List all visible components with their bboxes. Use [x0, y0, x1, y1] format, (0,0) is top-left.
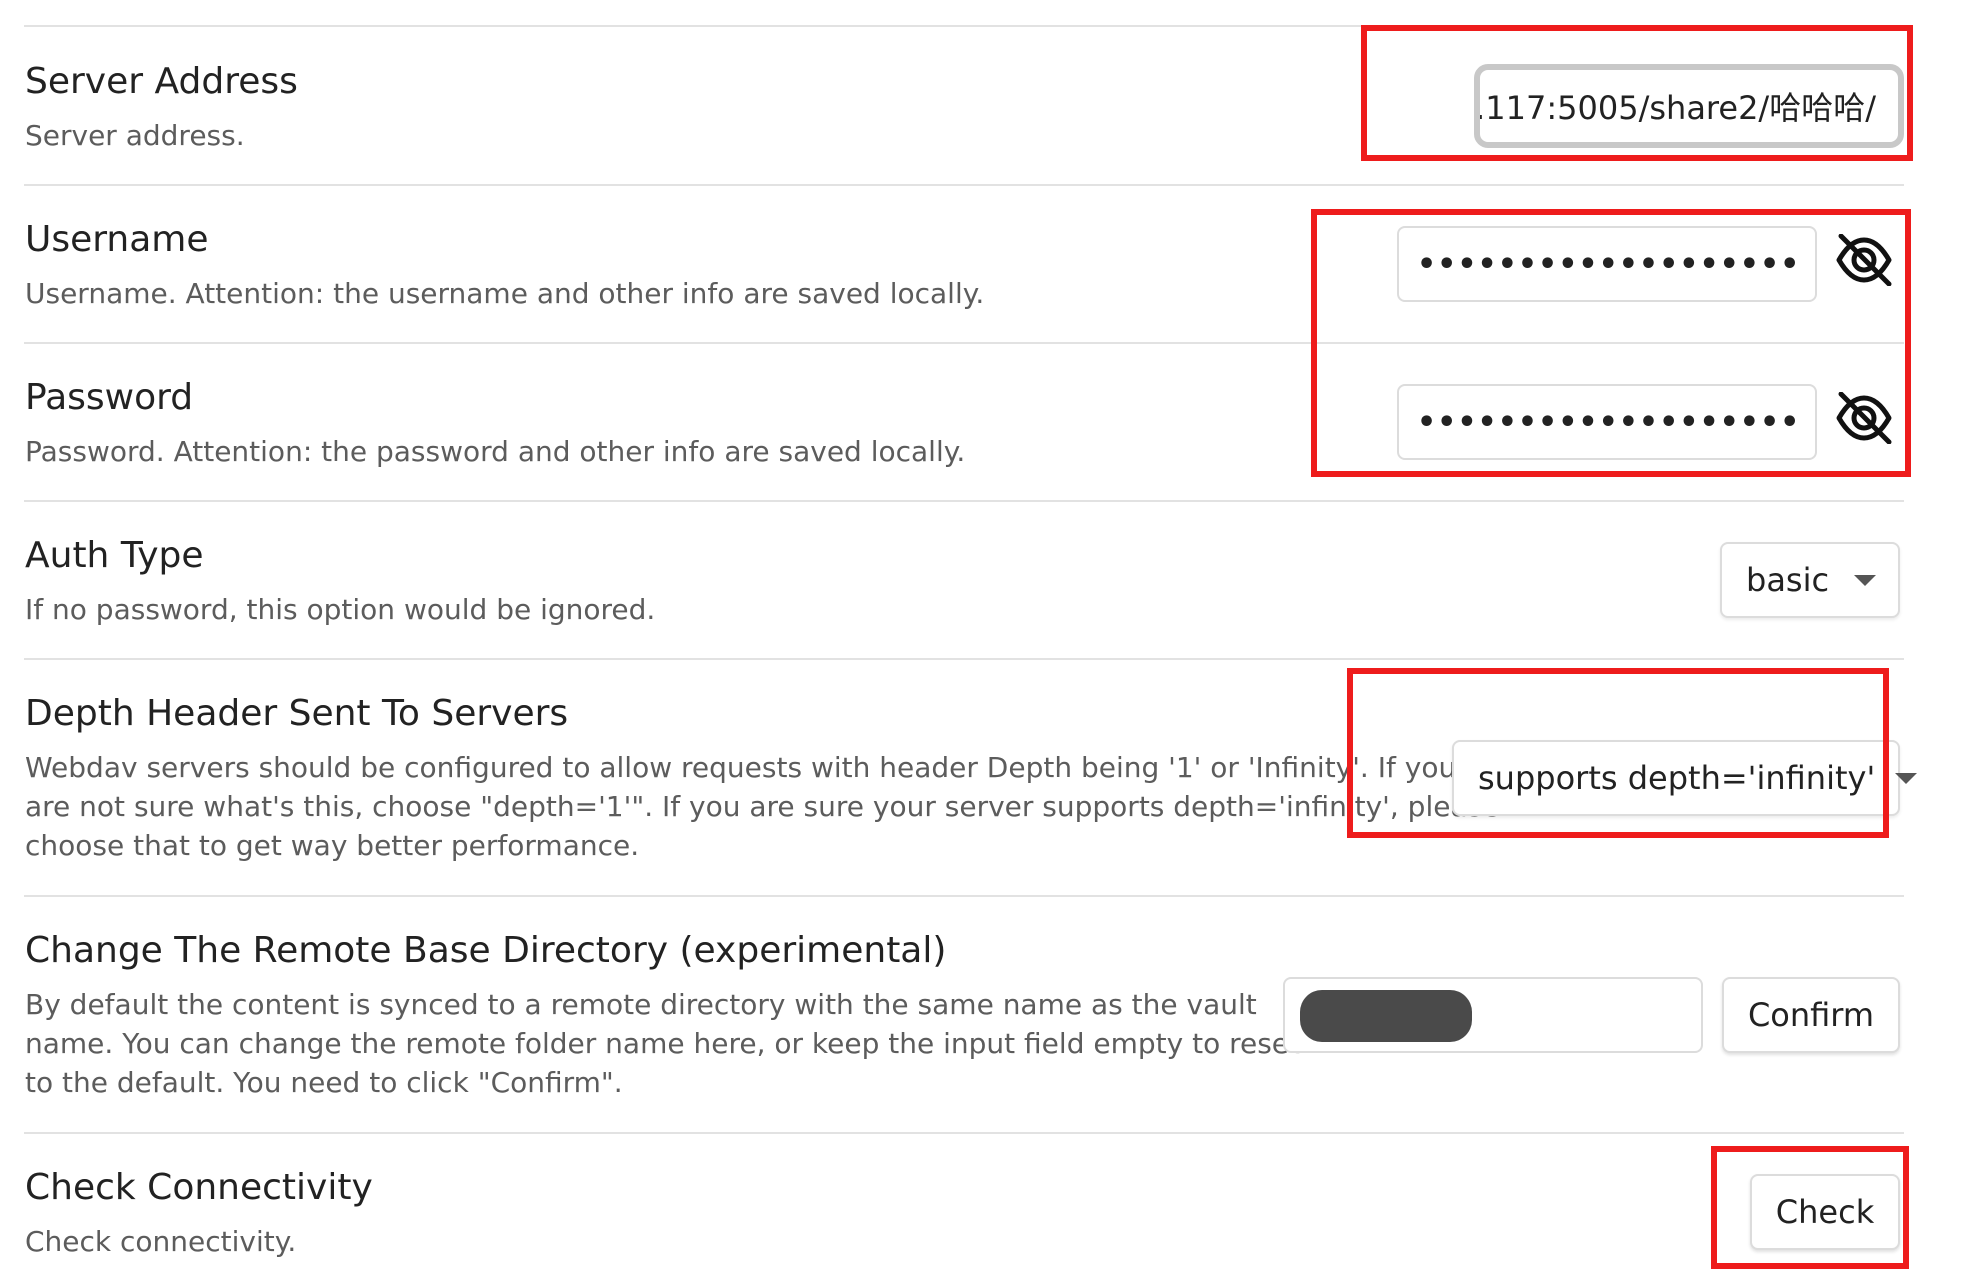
password-visibility-toggle[interactable]: [1834, 388, 1894, 448]
check-button[interactable]: Check: [1750, 1174, 1900, 1250]
eye-off-icon: [1836, 392, 1892, 444]
depth-header-selected-value: supports depth='infinity': [1478, 759, 1876, 797]
check-connectivity-label: Check Connectivity: [25, 1167, 373, 1208]
server-address-label: Server Address: [25, 61, 298, 102]
chevron-down-icon: [1895, 772, 1918, 784]
username-visibility-toggle[interactable]: [1834, 230, 1894, 290]
password-masked-value: ••••••••••••••••••••••••••••: [1417, 404, 1797, 440]
username-masked-value: ••••••••••••••••••••••••••••: [1417, 246, 1797, 282]
auth-type-description: If no password, this option would be ign…: [25, 593, 656, 626]
depth-header-description-line-3: choose that to get way better performanc…: [25, 829, 640, 862]
divider: [24, 1132, 1904, 1134]
eye-off-icon: [1836, 234, 1892, 286]
server-address-value: .117:5005/share2/哈哈哈/: [1475, 89, 1876, 127]
depth-header-select[interactable]: supports depth='infinity': [1452, 740, 1918, 816]
username-input[interactable]: ••••••••••••••••••••••••••••: [1397, 226, 1817, 302]
server-address-description: Server address.: [25, 119, 245, 152]
remote-base-dir-label: Change The Remote Base Directory (experi…: [25, 930, 947, 971]
password-label: Password: [25, 377, 194, 418]
divider: [24, 184, 1904, 186]
password-input[interactable]: ••••••••••••••••••••••••••••: [1397, 384, 1817, 460]
username-label: Username: [25, 219, 209, 260]
chevron-down-icon: [1854, 574, 1876, 586]
auth-type-label: Auth Type: [25, 535, 204, 576]
redacted-value: [1300, 990, 1472, 1042]
depth-header-label: Depth Header Sent To Servers: [25, 693, 569, 734]
check-connectivity-description: Check connectivity.: [25, 1225, 297, 1258]
depth-header-description-line-2: are not sure what's this, choose "depth=…: [25, 790, 1500, 823]
auth-type-selected-value: basic: [1746, 561, 1830, 599]
username-description: Username. Attention: the username and ot…: [25, 277, 985, 310]
remote-base-dir-description-line-3: to the default. You need to click "Confi…: [25, 1066, 623, 1099]
depth-header-description-line-1: Webdav servers should be configured to a…: [25, 751, 1457, 784]
webdav-settings-page: Server Address Server address. .117:5005…: [0, 0, 1964, 1269]
divider: [24, 25, 1904, 27]
remote-base-dir-description-line-2: name. You can change the remote folder n…: [25, 1027, 1301, 1060]
remote-base-dir-description-line-1: By default the content is synced to a re…: [25, 988, 1257, 1021]
server-address-input[interactable]: .117:5005/share2/哈哈哈/: [1474, 64, 1904, 148]
auth-type-select[interactable]: basic: [1720, 542, 1900, 618]
divider: [24, 658, 1904, 660]
divider: [24, 342, 1904, 344]
confirm-button[interactable]: Confirm: [1722, 977, 1900, 1053]
divider: [24, 895, 1904, 897]
divider: [24, 500, 1904, 502]
password-description: Password. Attention: the password and ot…: [25, 435, 966, 468]
